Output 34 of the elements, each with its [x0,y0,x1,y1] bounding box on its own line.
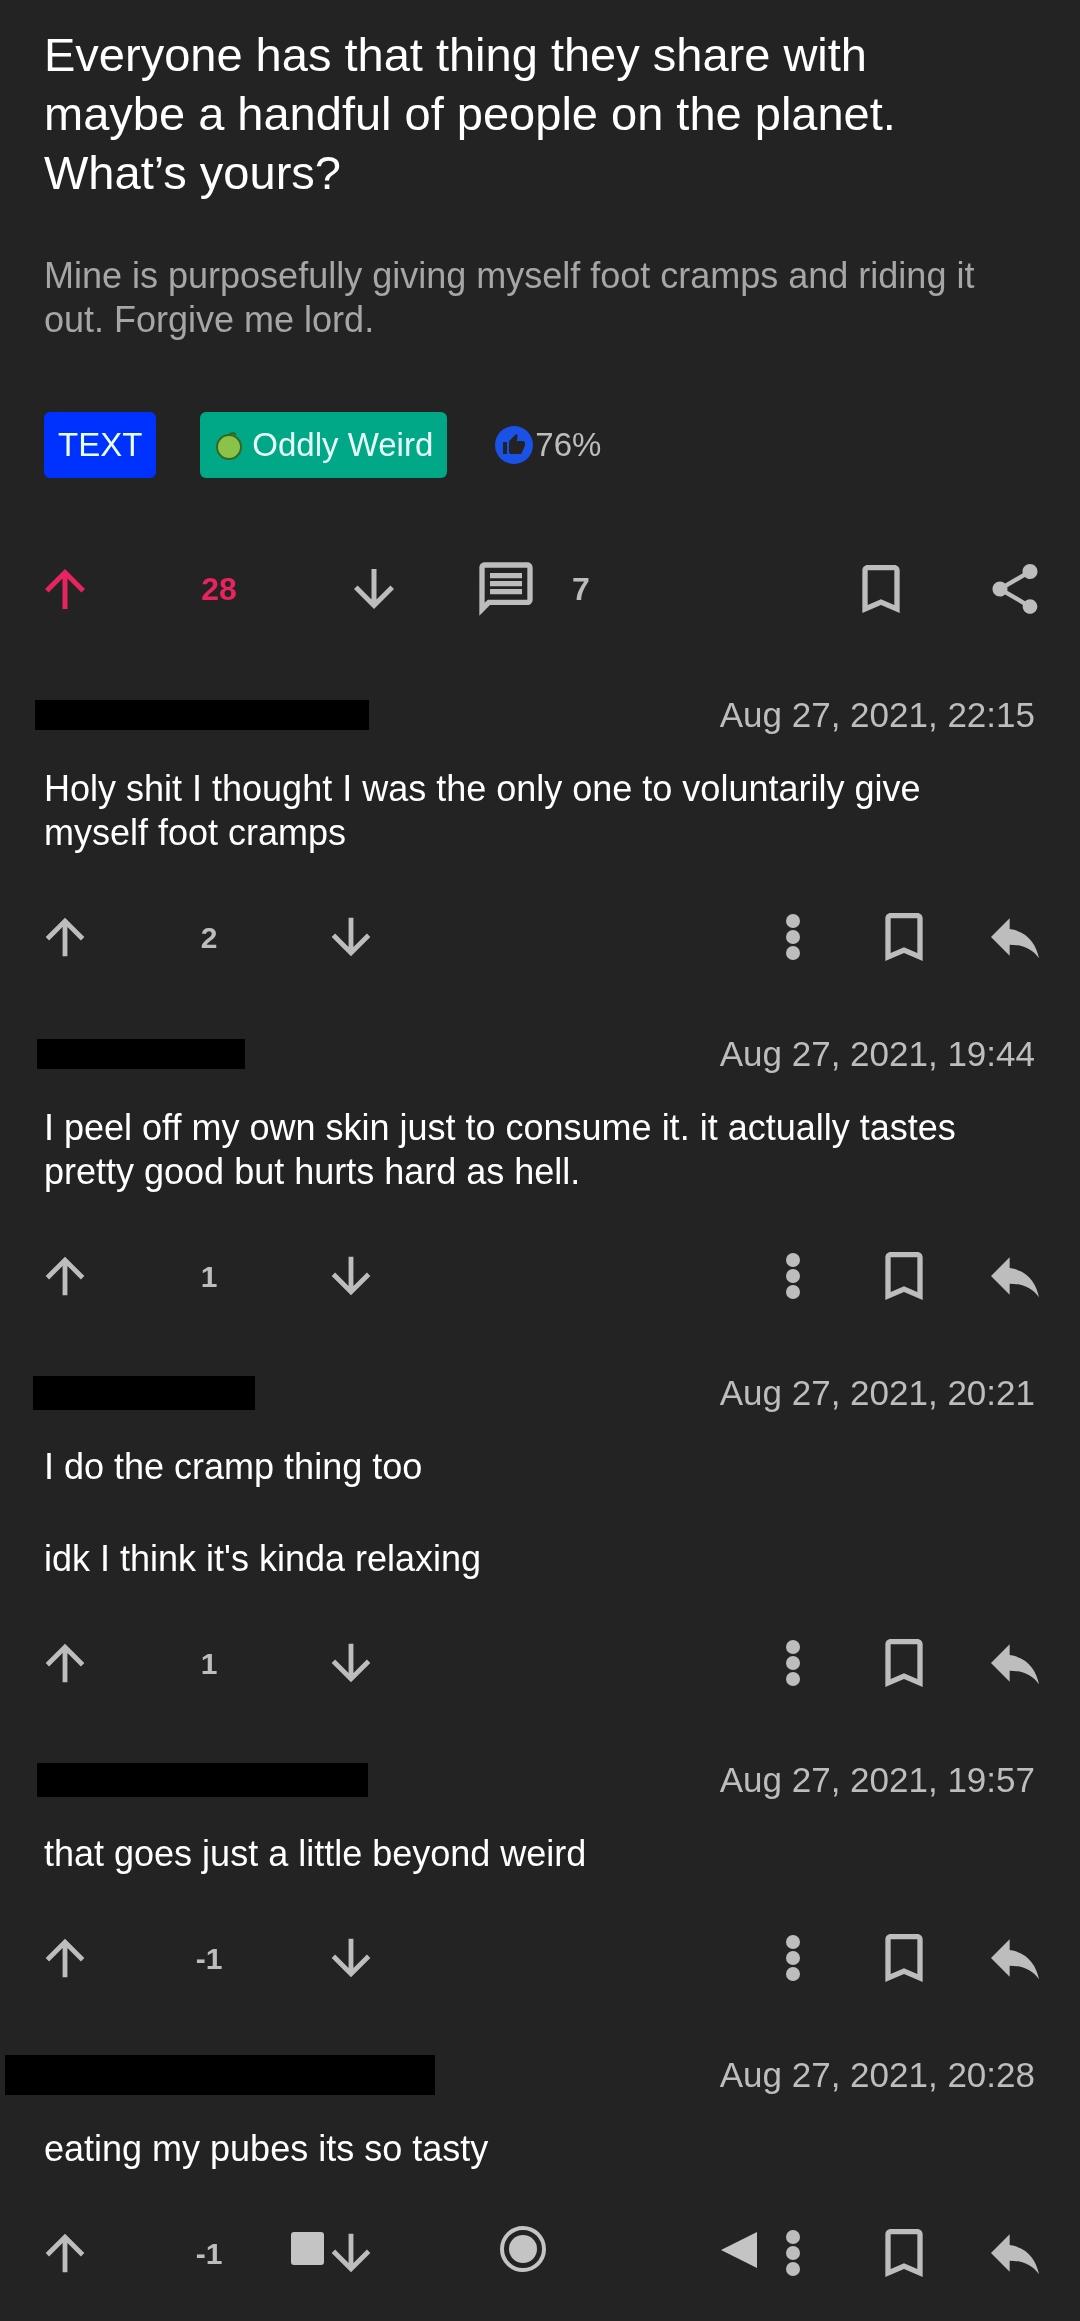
comment-text: Holy shit I thought I was the only one to voluntarily give myself foot cramps [44,767,922,855]
more-vertical-icon [785,1934,801,1982]
comment-score: -1 [194,1940,224,1977]
flair-tag: Oddly Weird [200,412,448,478]
comment-score: 2 [199,919,219,956]
comment-date: Aug 27, 2021, 20:28 [719,2053,1035,2096]
comment-text: I do the cramp thing too [44,1445,424,1489]
post-score: 28 [200,570,238,609]
comment-count: 7 [571,570,591,609]
comment-date: Aug 27, 2021, 19:57 [719,1758,1035,1801]
back-button[interactable] [721,2232,757,2268]
flair-icon [214,430,245,460]
share-button[interactable] [990,564,1040,614]
more-vertical-icon [785,1639,801,1687]
comment-score: 1 [199,1645,219,1682]
comment-text: eating my pubes its so tasty [44,2127,490,2171]
comment-text: idk I think it's kinda relaxing [44,1537,483,1581]
comment-date: Aug 27, 2021, 22:15 [719,693,1035,736]
more-vertical-icon [785,913,801,961]
comment-date: Aug 27, 2021, 19:44 [719,1032,1035,1075]
thumbs-up-icon [495,426,534,464]
more-vertical-icon [785,1252,801,1300]
comments-button[interactable] [481,564,531,614]
comment-date: Aug 27, 2021, 20:21 [719,1371,1035,1414]
comment-score: -1 [194,2235,224,2272]
comment-score: 1 [199,1258,219,1295]
post-body: Mine is purposefully giving myself foot cramps and riding it out. Forgive me lord. [44,254,976,342]
post-type-tag: TEXT [44,412,157,478]
comment-text: I peel off my own skin just to consume it. it actually tastes pretty good but hurts hard as hell. [44,1106,957,1194]
more-vertical-icon [785,2229,801,2277]
home-button[interactable] [499,2225,547,2273]
post-title: Everyone has that thing they share with maybe a handful of people on the planet. What’s yours? [44,27,897,201]
comment-text: that goes just a little beyond weird [44,1832,588,1876]
upvote-ratio: 76% [535,425,602,466]
